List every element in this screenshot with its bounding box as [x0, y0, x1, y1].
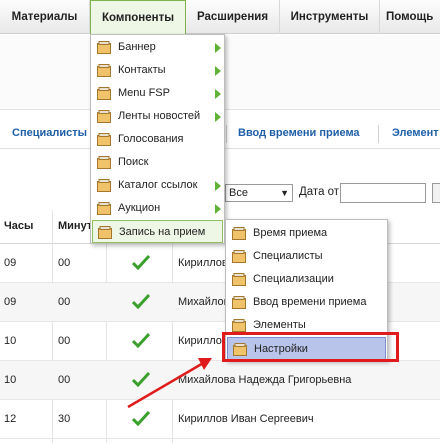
pointer-arrow-icon [127, 358, 212, 409]
